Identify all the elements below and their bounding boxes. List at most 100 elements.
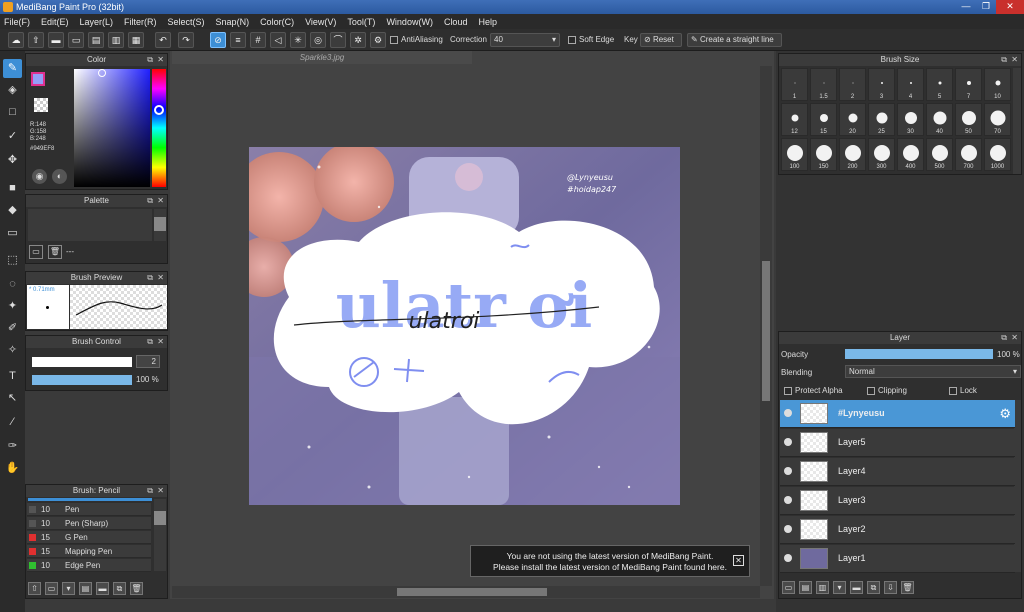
folder-icon[interactable]: ▬ [850,580,863,594]
panel-close-icon[interactable]: ✕ [157,195,164,207]
dot-tool-icon[interactable]: □ [3,103,22,122]
brush-copy-icon[interactable]: ▤ [79,581,92,595]
panel-close-icon[interactable]: ✕ [157,54,164,66]
undock-icon[interactable]: ⧉ [147,485,153,497]
eye-icon[interactable] [784,554,792,562]
brush-size-option[interactable]: 12 [781,103,808,136]
layer-menu-icon[interactable]: ▾ [833,580,846,594]
list-item[interactable]: 10 Pen [27,503,151,516]
vertical-scrollbar[interactable] [760,66,772,586]
brush-size-option[interactable]: 40 [926,103,953,136]
eye-icon[interactable] [784,525,792,533]
brush-size-option[interactable]: 2 [839,68,866,101]
antialiasing-checkbox[interactable] [390,35,398,44]
select-pen-icon[interactable]: ✐ [3,319,22,338]
blending-select[interactable]: Normal ▾ [845,365,1021,378]
minimize-button[interactable]: — [956,0,976,14]
brush-size-option[interactable]: 4 [897,68,924,101]
clipping-checkbox[interactable] [867,386,875,395]
brush-size-option[interactable]: 400 [897,138,924,171]
protect-alpha-checkbox[interactable] [784,386,792,395]
panel-close-icon[interactable]: ✕ [1011,332,1018,344]
add-palette-icon[interactable]: ▭ [29,245,43,259]
brush-size-option[interactable]: 50 [955,103,982,136]
grid-icon[interactable]: ▦ [128,32,144,48]
saturation-value-picker[interactable] [74,69,150,187]
layer-row[interactable]: Layer1 [780,545,1015,573]
brush-size-option[interactable]: 7 [955,68,982,101]
folder-icon[interactable]: ▬ [96,581,109,595]
palette-item[interactable]: --- [66,247,74,256]
trash-icon[interactable]: 🗑 [901,580,914,594]
trash-icon[interactable]: 🗑 [48,245,62,259]
undock-icon[interactable]: ⧉ [1001,332,1007,344]
brush-size-option[interactable]: 10 [984,68,1011,101]
layer-row[interactable]: Layer3 [780,487,1015,515]
eye-icon[interactable] [784,467,792,475]
check-tool-icon[interactable]: ✓ [3,127,22,146]
sv-cursor[interactable] [98,69,106,77]
circle-snap-icon[interactable]: ◎ [310,32,326,48]
undock-icon[interactable]: ⧉ [147,336,153,348]
menu-color[interactable]: Color(C) [260,17,294,27]
eyedropper-tool-icon[interactable]: ⁄ [3,413,22,432]
gear-icon[interactable]: ⚙ [999,406,1011,422]
color-wheel-icon[interactable]: ◉ [32,169,47,184]
hand-tool-icon[interactable]: ✋ [3,459,22,478]
vanishing-point-icon[interactable]: ✲ [350,32,366,48]
secondary-color-swatch[interactable] [34,98,48,112]
primary-color-swatch[interactable] [31,72,45,86]
undock-icon[interactable]: ⧉ [1001,54,1007,66]
radial-snap-icon[interactable]: ✳ [290,32,306,48]
list-item[interactable]: 15 G Pen [27,531,151,544]
hue-slider[interactable] [152,69,166,187]
menu-help[interactable]: Help [478,17,497,27]
menu-filter[interactable]: Filter(R) [124,17,157,27]
brush-size-scrollbar[interactable] [1013,68,1021,174]
menu-window[interactable]: Window(W) [386,17,433,27]
brush-size-option[interactable]: 30 [897,103,924,136]
menu-cloud[interactable]: Cloud [444,17,468,27]
menu-layer[interactable]: Layer(L) [80,17,114,27]
brush-size-option[interactable]: 100 [781,138,808,171]
export-icon[interactable]: ▥ [108,32,124,48]
upload-brush-icon[interactable]: ⇧ [28,581,41,595]
shape-tool-icon[interactable]: ✑ [3,437,22,456]
select-tool-icon[interactable]: ⬚ [3,251,22,270]
brush-size-option[interactable]: 150 [810,138,837,171]
menu-tool[interactable]: Tool(T) [347,17,375,27]
brush-size-option[interactable]: 700 [955,138,982,171]
new-brush-icon[interactable]: ▭ [45,581,58,595]
panel-close-icon[interactable]: ✕ [157,272,164,284]
brush-scrollbar[interactable] [154,499,166,571]
list-item[interactable]: 15 Mapping Pen [27,545,151,558]
upload-icon[interactable]: ⇧ [28,32,44,48]
brush-size-option[interactable]: 20 [839,103,866,136]
artwork-canvas[interactable]: ulatr ơi ulatrơi @Lynyeusu #hoidap247 [249,147,680,505]
color-picker-icon[interactable]: ◐ [52,169,67,184]
correction-select[interactable]: 40 ▾ [490,33,560,47]
curve-snap-icon[interactable]: ⌒ [330,32,346,48]
layer-row[interactable]: Layer2 [780,516,1015,544]
layer-row[interactable]: #Lynyeusu ⚙ [780,400,1015,428]
close-button[interactable]: ✕ [996,0,1024,14]
maximize-button[interactable]: ❐ [976,0,996,14]
horizontal-scrollbar[interactable] [172,586,760,598]
undo-icon[interactable]: ↶ [155,32,171,48]
notice-close-icon[interactable]: ✕ [733,555,744,566]
undock-icon[interactable]: ⧉ [147,195,153,207]
brush-menu-icon[interactable]: ▾ [62,581,75,595]
panel-close-icon[interactable]: ✕ [157,336,164,348]
layer-opacity-slider[interactable] [845,349,993,359]
menu-edit[interactable]: Edit(E) [41,17,69,27]
parallel-snap-icon[interactable]: ≡ [230,32,246,48]
undock-icon[interactable]: ⧉ [147,54,153,66]
palette-scrollbar[interactable] [154,209,166,241]
list-item[interactable]: 10 Edge Pen [27,559,151,572]
layer-row[interactable]: Layer4 [780,458,1015,486]
menu-snap[interactable]: Snap(N) [216,17,250,27]
brush-size-option[interactable]: 200 [839,138,866,171]
comment-icon[interactable]: ▬ [48,32,64,48]
cloud-icon[interactable]: ☁ [8,32,24,48]
brush-size-option[interactable]: 1000 [984,138,1011,171]
